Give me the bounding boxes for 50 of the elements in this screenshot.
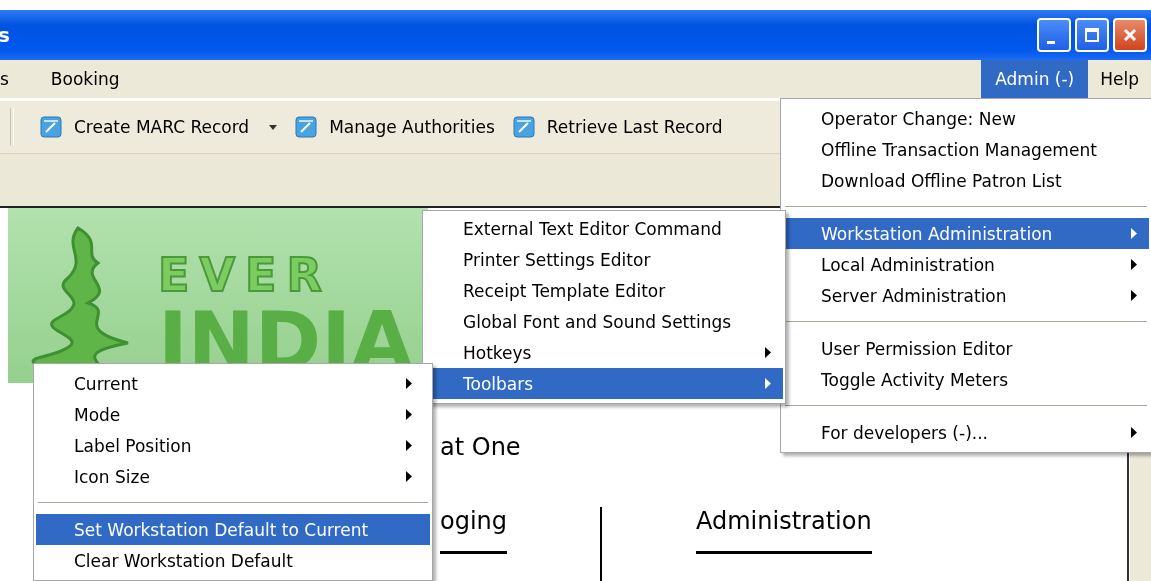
close-button[interactable]: [1113, 18, 1147, 52]
submenu-arrow-icon: [765, 347, 771, 358]
submenu-arrow-icon: [1131, 259, 1137, 270]
caret-icon: [269, 124, 278, 130]
menu-bar-item[interactable]: Admin (-): [981, 60, 1089, 98]
submenu-arrow-icon: [1131, 228, 1137, 239]
menu-item[interactable]: Receipt Template Editor: [425, 275, 783, 306]
menu-item[interactable]: For developers (-)...: [783, 417, 1149, 448]
submenu-arrow-icon: [765, 378, 771, 389]
menu-item[interactable]: User Permission Editor: [783, 333, 1149, 364]
menu-bar-item[interactable]: Help: [1088, 60, 1151, 98]
menu-item[interactable]: Mode: [36, 399, 430, 430]
logo-text: EVER: [158, 248, 333, 302]
menu-item[interactable]: Operator Change: New: [783, 103, 1149, 134]
menu-item[interactable]: Icon Size: [36, 461, 430, 492]
menu-item[interactable]: Server Administration: [783, 280, 1149, 311]
menu-item[interactable]: Hotkeys: [425, 337, 783, 368]
submenu-arrow-icon: [1131, 427, 1137, 438]
menu-item[interactable]: Download Offline Patron List: [783, 165, 1149, 196]
toolbar-button[interactable]: Create MARC Record: [34, 116, 284, 138]
menu-item[interactable]: Offline Transaction Management: [783, 134, 1149, 165]
submenu-arrow-icon: [1131, 290, 1137, 301]
maximize-icon: [1084, 27, 1100, 43]
column-heading: oging: [440, 507, 508, 554]
menu-bar-item[interactable]: Booking: [38, 60, 132, 98]
menu-item[interactable]: Toggle Activity Meters: [783, 364, 1149, 395]
menu-item[interactable]: Clear Workstation Default: [36, 545, 430, 576]
maximize-button[interactable]: [1075, 18, 1109, 52]
menu-item[interactable]: Label Position: [36, 430, 430, 461]
document-icon: [40, 116, 62, 138]
column-heading: Administration: [696, 507, 872, 554]
menu-item[interactable]: Global Font and Sound Settings: [425, 306, 783, 337]
minimize-icon: [1047, 40, 1055, 44]
submenu-arrow-icon: [406, 409, 412, 420]
close-icon: [1122, 27, 1138, 43]
menu-item[interactable]: Workstation Administration: [783, 218, 1149, 249]
submenu-arrow-icon: [406, 440, 412, 451]
menu-bar-item[interactable]: s: [0, 60, 21, 98]
submenu-arrow-icon: [406, 471, 412, 482]
menu-item[interactable]: External Text Editor Command: [425, 213, 783, 244]
toolbar-button[interactable]: Manage Authorities: [289, 116, 501, 138]
toolbar-button[interactable]: Retrieve Last Record: [506, 116, 729, 138]
minimize-button[interactable]: [1037, 18, 1071, 52]
document-icon: [512, 116, 535, 138]
menu-item[interactable]: Local Administration: [783, 249, 1149, 280]
menu-item[interactable]: Set Workstation Default to Current: [36, 514, 430, 545]
menu-item[interactable]: Printer Settings Editor: [425, 244, 783, 275]
submenu-arrow-icon: [406, 378, 412, 389]
document-icon: [295, 116, 318, 138]
section-heading: at One: [440, 433, 521, 461]
